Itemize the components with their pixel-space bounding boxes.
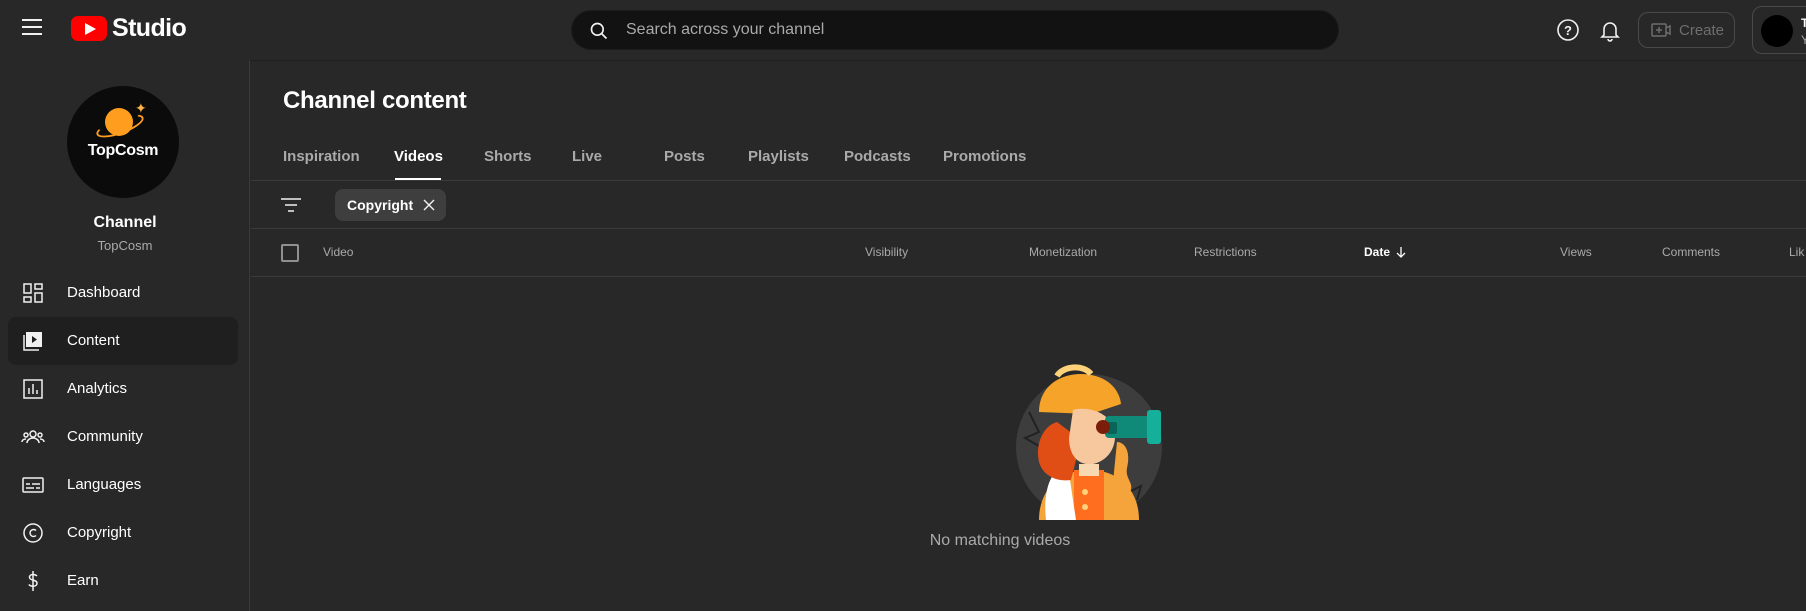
avatar-label: TopCosm (87, 142, 159, 159)
account-name: T (1801, 16, 1806, 30)
filter-icon[interactable] (280, 195, 302, 215)
account-button[interactable]: T Y (1752, 6, 1806, 54)
channel-handle: TopCosm (97, 238, 153, 253)
studio-logo[interactable]: Studio (71, 14, 187, 43)
close-icon[interactable] (422, 198, 436, 212)
create-video-icon (1651, 23, 1671, 37)
channel-avatar[interactable]: ✦ TopCosm (67, 86, 179, 198)
sidebar-item-label: Copyright (67, 524, 132, 541)
dashboard-icon (23, 283, 43, 303)
earn-dollar-icon (28, 571, 38, 591)
sidebar-item-earn[interactable]: Earn (8, 557, 238, 605)
svg-text:?: ? (1564, 23, 1572, 38)
column-likes: Lik (1789, 245, 1805, 259)
filter-chip-label: Copyright (347, 197, 414, 213)
copyright-icon (23, 523, 43, 543)
sidebar-item-copyright[interactable]: Copyright (8, 509, 238, 557)
select-all-checkbox[interactable] (281, 244, 299, 262)
sidebar-item-label: Earn (67, 572, 99, 589)
languages-icon (22, 477, 44, 493)
top-header: Studio ? Create T Y (0, 0, 1806, 60)
arrow-down-icon (1396, 247, 1406, 258)
help-icon[interactable]: ? (1556, 18, 1580, 42)
tab-promotions[interactable]: Promotions (943, 148, 1026, 165)
sidebar-item-label: Languages (67, 476, 142, 493)
tab-inspiration[interactable]: Inspiration (283, 148, 360, 165)
empty-state-message: No matching videos (251, 532, 1806, 550)
filter-bar: Copyright (251, 181, 1806, 229)
filter-chip-copyright[interactable]: Copyright (335, 189, 447, 221)
logo-text: Studio (112, 14, 187, 42)
column-comments: Comments (1662, 245, 1721, 259)
account-sub: Y (1801, 33, 1806, 47)
column-date[interactable]: Date (1364, 245, 1407, 259)
channel-title: Channel (93, 214, 157, 231)
empty-state-text: No matching videos (929, 532, 1071, 549)
hamburger-menu-icon[interactable] (22, 19, 44, 41)
tab-playlists[interactable]: Playlists (748, 148, 809, 165)
create-button[interactable]: Create (1638, 12, 1735, 48)
content-icon (23, 332, 42, 351)
notifications-bell-icon[interactable] (1598, 18, 1622, 42)
search-input[interactable] (626, 11, 1316, 49)
column-restrictions: Restrictions (1194, 245, 1257, 259)
column-date-label: Date (1364, 245, 1391, 259)
community-icon (21, 430, 45, 444)
sidebar-item-label: Content (67, 332, 120, 349)
star-icon: ✦ (135, 100, 147, 116)
column-visibility: Visibility (865, 245, 909, 259)
sidebar-item-label: Analytics (67, 380, 128, 397)
sidebar-item-content[interactable]: Content (8, 317, 238, 365)
sidebar-item-analytics[interactable]: Analytics (8, 365, 238, 413)
main-content: Channel content Inspiration Videos Short… (251, 60, 1806, 611)
analytics-icon (23, 379, 43, 399)
page-title: Channel content (283, 87, 467, 114)
sidebar-item-languages[interactable]: Languages (8, 461, 238, 509)
search-icon[interactable] (589, 21, 609, 41)
tab-posts[interactable]: Posts (664, 148, 705, 165)
empty-state-detective-illustration (1016, 364, 1162, 520)
tab-videos[interactable]: Videos (394, 148, 443, 165)
tab-shorts[interactable]: Shorts (484, 148, 532, 165)
sidebar-item-community[interactable]: Community (8, 413, 238, 461)
column-video: Video (323, 245, 354, 259)
tab-live[interactable]: Live (572, 148, 602, 165)
search-bar (571, 10, 1339, 50)
planet-icon (105, 108, 133, 136)
table-header: Video Visibility Monetization Restrictio… (251, 229, 1806, 277)
column-monetization: Monetization (1029, 245, 1098, 259)
account-avatar (1761, 15, 1793, 47)
sidebar-item-dashboard[interactable]: Dashboard (8, 269, 238, 317)
tab-podcasts[interactable]: Podcasts (844, 148, 911, 165)
create-label: Create (1679, 21, 1725, 39)
sidebar: ✦ TopCosm Channel TopCosm Dashboard Cont… (0, 60, 250, 611)
column-views: Views (1560, 245, 1592, 259)
youtube-play-icon (71, 16, 107, 41)
sidebar-item-label: Community (67, 428, 143, 445)
sidebar-item-label: Dashboard (67, 284, 141, 301)
